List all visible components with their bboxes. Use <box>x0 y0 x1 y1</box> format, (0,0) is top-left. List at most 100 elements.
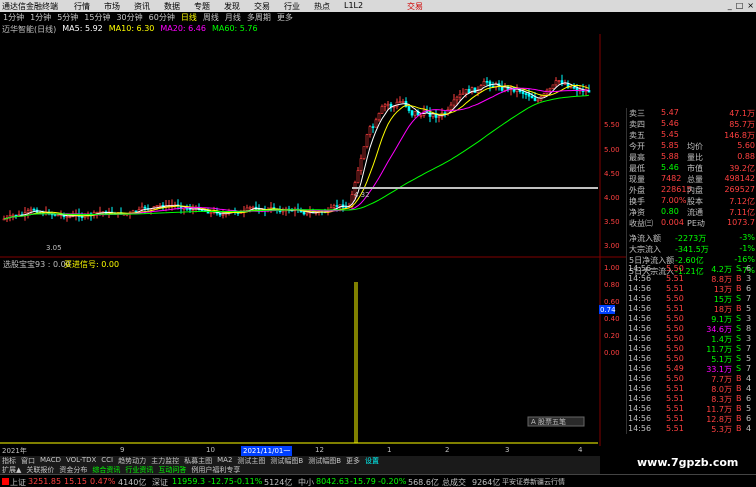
price-axis-tick: 5.50 <box>604 121 620 129</box>
trade-p: 5.50 <box>666 344 684 353</box>
menu-item-hangqing[interactable]: 行情 <box>74 1 90 12</box>
info-tab[interactable]: 例用户福利专享 <box>191 465 240 474</box>
menu-item-shuju[interactable]: 数据 <box>164 1 180 12</box>
period-weekly[interactable]: 周线 <box>203 12 219 23</box>
trade-n: 4 <box>746 424 752 433</box>
candle-body <box>191 209 195 211</box>
indicator-tab[interactable]: 更多 <box>346 456 360 465</box>
menu-item-jiaoyi[interactable]: 交易 <box>254 1 270 12</box>
candle-body <box>557 80 561 82</box>
date-tick-2: 2 <box>445 446 450 454</box>
price-axis-tick: 3.00 <box>604 242 620 250</box>
quote-key-2: 总量 <box>687 175 703 184</box>
period-60min[interactable]: 60分钟 <box>149 12 175 23</box>
trade-t: 14:56 <box>628 364 652 373</box>
quote-value-2: 5.60 <box>737 141 755 150</box>
menu-item-zhuanti[interactable]: 专题 <box>194 1 210 12</box>
menu-item-redian[interactable]: 热点 <box>314 1 330 12</box>
indicator-signal: 买进信号: 0.00 <box>64 259 119 269</box>
candle-body <box>305 212 309 215</box>
period-daily[interactable]: 日线 <box>181 12 197 23</box>
menu-item-faxian[interactable]: 发现 <box>224 1 240 12</box>
indicator-tab[interactable]: 测试主图 <box>237 456 265 465</box>
indicator-tab[interactable]: CCI <box>101 456 113 465</box>
candle-body <box>140 206 144 210</box>
quote-row: 卖五 5.45 146.8万 <box>627 130 756 140</box>
menu-item-hangye[interactable]: 行业 <box>284 1 300 12</box>
trade-ticks: 14:56 5.50 4.2万 S 6 14:56 5.51 8.8万 B 3 14:56 5.51 1… <box>626 264 756 434</box>
candle-body <box>26 210 30 213</box>
quote-row: 净流入额 -2273万 -3% <box>627 233 756 243</box>
close-button[interactable]: × <box>747 1 754 10</box>
period-5min[interactable]: 5分钟 <box>57 12 78 23</box>
menu-item-shichang[interactable]: 市场 <box>104 1 120 12</box>
indicator-side-value: 0.74 <box>600 306 616 314</box>
quote-value-2: 146.8万 <box>724 131 755 140</box>
period-1min-a[interactable]: 1分钟 <box>3 12 24 23</box>
indicator-tab[interactable]: 指标 <box>2 456 16 465</box>
info-tab[interactable]: 综合资讯 <box>92 465 120 474</box>
trade-button[interactable]: 交易 <box>407 1 423 12</box>
date-tick-10: 10 <box>206 446 215 454</box>
info-tab[interactable]: 互动问答 <box>158 465 186 474</box>
info-tab[interactable]: 资金分布 <box>59 465 87 474</box>
watermark: www.7gpzb.com <box>637 456 739 469</box>
indicator-tab[interactable]: 测试幅图B <box>270 456 303 465</box>
period-30min[interactable]: 30分钟 <box>116 12 142 23</box>
minimize-button[interactable]: _ <box>728 1 732 10</box>
candle-body <box>401 101 405 103</box>
indicator-tab[interactable]: 主力监控 <box>151 456 179 465</box>
period-more[interactable]: 更多 <box>277 12 293 23</box>
quote-value: 5.85 <box>661 141 679 150</box>
maximize-button[interactable]: □ <box>736 1 744 10</box>
trade-n: 6 <box>746 394 752 403</box>
quote-value-2: -1% <box>739 244 755 253</box>
period-1min[interactable]: 1分钟 <box>30 12 51 23</box>
sz-label: 深证 <box>152 478 168 487</box>
candle-body <box>413 111 417 116</box>
candle-body <box>155 205 159 207</box>
indicator-axis-tick: 0.20 <box>604 332 620 340</box>
indicator-tab[interactable]: 测试幅图B <box>308 456 341 465</box>
low-label: 3.05 <box>46 244 62 252</box>
candle-body <box>209 212 213 214</box>
info-tabs: 扩展▲ 关联报价 资金分布 综合资讯 行业资讯 互动问答 例用户福利专享 <box>0 465 600 474</box>
quote-key: 净流入额 <box>629 234 661 243</box>
quote-value: -2273万 <box>675 234 707 243</box>
info-tab[interactable]: 扩展▲ <box>2 465 21 474</box>
trade-n: 4 <box>746 374 752 383</box>
ma10-line <box>3 84 590 220</box>
candle-body <box>551 84 555 89</box>
ma60-label: MA60: 5.76 <box>211 24 258 33</box>
indicator-tab[interactable]: 窗口 <box>21 456 35 465</box>
indicator-tab[interactable]: 设置 <box>365 456 379 465</box>
trade-row: 14:56 5.49 33.1万 S 7 <box>626 364 756 374</box>
indicator-axis-tick: 0.00 <box>604 349 620 357</box>
period-monthly[interactable]: 月线 <box>225 12 241 23</box>
trade-p: 5.51 <box>666 394 684 403</box>
trade-d: S <box>736 344 742 353</box>
period-15min[interactable]: 15分钟 <box>84 12 110 23</box>
indicator-tab[interactable]: MACD <box>40 456 61 465</box>
indicator-tab[interactable]: 私募主图 <box>184 456 212 465</box>
trade-p: 5.51 <box>666 284 684 293</box>
trade-t: 14:56 <box>628 394 652 403</box>
menu-item-zixun[interactable]: 资讯 <box>134 1 150 12</box>
indicator-tab[interactable]: MA2 <box>217 456 232 465</box>
trade-n: 5 <box>746 354 752 363</box>
candle-body <box>368 126 372 135</box>
trade-t: 14:56 <box>628 344 652 353</box>
menu-item-l1l2[interactable]: L1L2 <box>344 1 363 12</box>
trade-row: 14:56 5.51 8.8万 B 3 <box>626 274 756 284</box>
trade-d: B <box>736 424 742 433</box>
info-tab[interactable]: 关联报价 <box>26 465 54 474</box>
kline-chart[interactable]: 5.50 5.00 4.50 4.00 3.50 3.00 4.32 3.05 选股宝宝9… <box>0 34 626 446</box>
trade-t: 14:56 <box>628 424 652 433</box>
candle-body <box>359 158 363 171</box>
indicator-tab[interactable]: 趋势动力 <box>118 456 146 465</box>
period-multi[interactable]: 多周期 <box>247 12 271 23</box>
trade-n: 4 <box>746 384 752 393</box>
info-tab[interactable]: 行业资讯 <box>125 465 153 474</box>
trade-p: 5.50 <box>666 354 684 363</box>
indicator-tab[interactable]: VOL-TDX <box>66 456 96 465</box>
